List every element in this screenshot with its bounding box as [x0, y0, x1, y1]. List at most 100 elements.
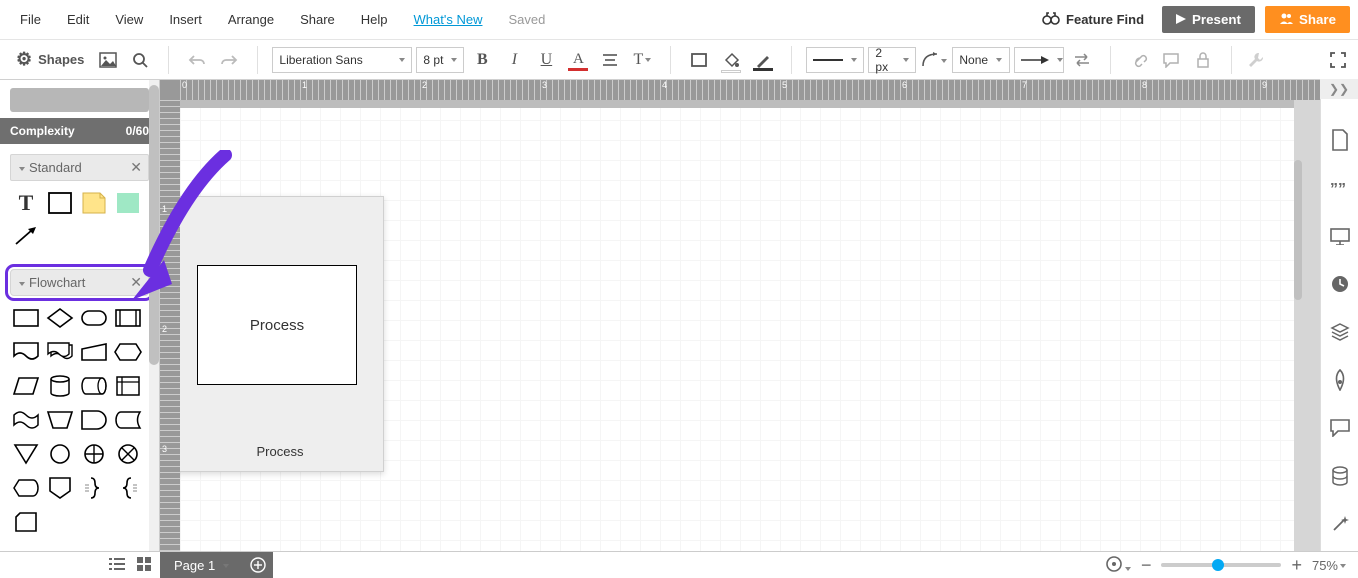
menu-share[interactable]: Share — [288, 6, 347, 33]
multi-document-shape[interactable] — [46, 338, 74, 366]
text-color-button[interactable]: A — [564, 46, 592, 74]
block-shape[interactable] — [114, 189, 142, 217]
data-shape[interactable] — [12, 372, 40, 400]
search-button[interactable] — [126, 46, 154, 74]
history-icon[interactable] — [1326, 270, 1354, 298]
canvas-scrollbar[interactable] — [1294, 160, 1302, 300]
chevron-down-icon — [17, 275, 25, 290]
swap-ends-button[interactable] — [1068, 46, 1096, 74]
people-icon — [1279, 12, 1293, 27]
shapes-library-button[interactable]: Shapes — [10, 45, 90, 74]
connector-shape[interactable] — [46, 440, 74, 468]
layers-icon[interactable] — [1326, 318, 1354, 346]
grid-view-icon[interactable] — [136, 556, 152, 575]
wrench-button[interactable] — [1242, 46, 1270, 74]
border-color-button[interactable] — [749, 46, 777, 74]
underline-button[interactable]: U — [532, 46, 560, 74]
redo-button[interactable] — [215, 46, 243, 74]
menu-whats-new[interactable]: What's New — [402, 6, 495, 33]
italic-button[interactable]: I — [500, 46, 528, 74]
link-button[interactable] — [1125, 46, 1153, 74]
paper-tape-shape[interactable] — [12, 406, 40, 434]
theme-icon[interactable] — [1326, 366, 1354, 394]
line-start-select[interactable]: None — [952, 47, 1010, 73]
card-shape[interactable] — [12, 508, 40, 536]
fullscreen-button[interactable] — [1324, 46, 1352, 74]
data-icon[interactable] — [1326, 462, 1354, 490]
manual-operation-shape[interactable] — [46, 406, 74, 434]
note-shape[interactable] — [80, 189, 108, 217]
arrow-shape[interactable] — [12, 223, 40, 251]
close-icon[interactable]: ✕ — [130, 159, 142, 176]
line-style-select[interactable] — [806, 47, 864, 73]
share-button[interactable]: Share — [1265, 6, 1350, 33]
present-button[interactable]: Present — [1162, 6, 1255, 33]
zoom-slider-thumb[interactable] — [1212, 559, 1224, 571]
menu-edit[interactable]: Edit — [55, 6, 101, 33]
zoom-in-button[interactable]: + — [1291, 555, 1302, 576]
menu-arrange[interactable]: Arrange — [216, 6, 286, 33]
list-view-icon[interactable] — [108, 557, 126, 574]
feature-find-button[interactable]: Feature Find — [1034, 7, 1152, 32]
zoom-level-select[interactable]: 75% — [1312, 558, 1346, 573]
menu-help[interactable]: Help — [349, 6, 400, 33]
menu-insert[interactable]: Insert — [157, 6, 214, 33]
menu-view[interactable]: View — [103, 6, 155, 33]
ruler-vertical[interactable]: 0123 — [160, 100, 180, 551]
page-tab-1[interactable]: Page 1 — [160, 552, 243, 578]
text-box-button[interactable]: T — [628, 46, 656, 74]
lock-button[interactable] — [1189, 46, 1217, 74]
preparation-shape[interactable] — [114, 338, 142, 366]
ruler-horizontal[interactable]: 0123456789 — [180, 80, 1320, 100]
rectangle-shape[interactable] — [46, 189, 74, 217]
display-shape[interactable] — [12, 474, 40, 502]
bold-button[interactable]: B — [468, 46, 496, 74]
scrollbar-thumb[interactable] — [149, 85, 159, 365]
off-page-shape[interactable] — [46, 474, 74, 502]
direct-data-shape[interactable] — [80, 372, 108, 400]
text-align-button[interactable] — [596, 46, 624, 74]
font-size-select[interactable]: 8 pt — [416, 47, 464, 73]
comment-button[interactable] — [1157, 46, 1185, 74]
brace-left-shape[interactable] — [114, 474, 142, 502]
bucket-fill-button[interactable] — [717, 46, 745, 74]
text-shape[interactable]: T — [12, 189, 40, 217]
fill-color-button[interactable] — [685, 46, 713, 74]
presentation-icon[interactable] — [1326, 222, 1354, 250]
process-shape[interactable] — [12, 304, 40, 332]
shapegroup-flowchart-header[interactable]: Flowchart ✕ — [10, 269, 149, 296]
line-width-select[interactable]: 2 px — [868, 47, 916, 73]
zoom-slider[interactable] — [1161, 563, 1281, 567]
stored-data-shape[interactable] — [114, 406, 142, 434]
magic-icon[interactable] — [1326, 510, 1354, 538]
collapse-rail-button[interactable]: ❯❯ — [1320, 79, 1358, 99]
terminator-shape[interactable] — [80, 304, 108, 332]
insert-image-button[interactable] — [94, 46, 122, 74]
zoom-fit-button[interactable] — [1105, 555, 1131, 576]
delay-shape[interactable] — [80, 406, 108, 434]
shapes-label: Shapes — [38, 52, 84, 67]
decision-shape[interactable] — [46, 304, 74, 332]
undo-button[interactable] — [183, 46, 211, 74]
add-page-button[interactable] — [243, 552, 273, 578]
merge-shape[interactable] — [12, 440, 40, 468]
document-shape[interactable] — [12, 338, 40, 366]
chat-icon[interactable] — [1326, 414, 1354, 442]
shapegroup-standard-header[interactable]: Standard ✕ — [10, 154, 149, 181]
shape-search-input[interactable] — [10, 88, 149, 112]
or-shape[interactable] — [80, 440, 108, 468]
zoom-out-button[interactable]: − — [1141, 555, 1152, 576]
summing-junction-shape[interactable] — [114, 440, 142, 468]
internal-storage-shape[interactable] — [114, 372, 142, 400]
line-curve-button[interactable] — [920, 46, 948, 74]
menu-file[interactable]: File — [8, 6, 53, 33]
line-end-select[interactable] — [1014, 47, 1064, 73]
font-family-select[interactable]: Liberation Sans — [272, 47, 412, 73]
predefined-process-shape[interactable] — [114, 304, 142, 332]
close-icon[interactable]: ✕ — [130, 274, 142, 291]
quote-icon[interactable]: ”” — [1326, 174, 1354, 202]
database-shape[interactable] — [46, 372, 74, 400]
brace-right-shape[interactable] — [80, 474, 108, 502]
manual-input-shape[interactable] — [80, 338, 108, 366]
new-doc-icon[interactable] — [1326, 126, 1354, 154]
